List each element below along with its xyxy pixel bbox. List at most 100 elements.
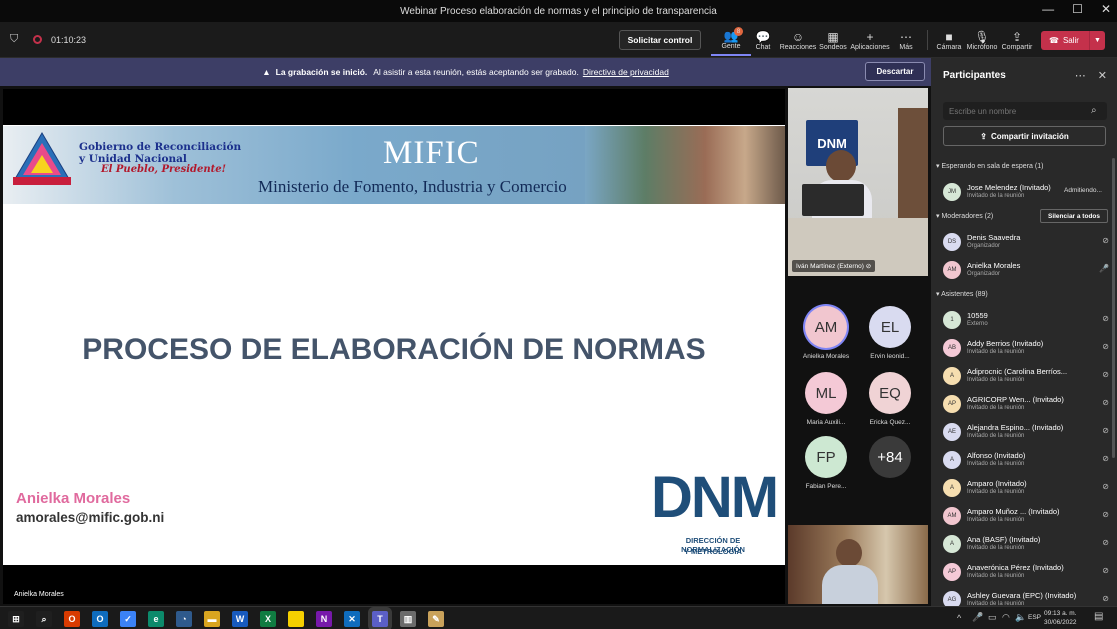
participant-row[interactable]: 1 10559 Externo ⊘ <box>943 309 1111 333</box>
mic-off-icon: ⊘ <box>1102 566 1109 575</box>
snip-icon[interactable]: ✕ <box>344 611 360 627</box>
dismiss-banner-button[interactable]: Descartar <box>865 62 925 81</box>
minimize-button[interactable]: — <box>1042 2 1054 16</box>
mic-off-icon: ⊘ <box>1102 398 1109 407</box>
participant-row[interactable]: JM Jose Melendez (Invitado) Invitado de la… <box>943 181 1111 205</box>
word-icon[interactable]: W <box>232 611 248 627</box>
participant-row[interactable]: A Ana (BASF) (Invitado) Invitado de la reu… <box>943 533 1111 557</box>
gallery-tile[interactable]: ML Maria Auxili... <box>792 372 860 432</box>
share-button[interactable]: ⇪ Compartir <box>997 24 1037 56</box>
close-window-button[interactable]: ✕ <box>1101 2 1111 16</box>
teams-icon[interactable]: T <box>372 611 388 627</box>
panel-scrollbar[interactable] <box>1112 158 1115 458</box>
leave-button[interactable]: ☎ Salir ▼ <box>1041 31 1105 50</box>
outlook-icon[interactable]: O <box>92 611 108 627</box>
chat-label: Chat <box>755 43 771 51</box>
banner-photo <box>585 126 785 204</box>
notepad-icon[interactable]: ✎ <box>428 611 444 627</box>
onenote-icon[interactable]: N <box>316 611 332 627</box>
office-icon[interactable]: O <box>64 611 80 627</box>
search-icon[interactable]: ⌕ <box>36 611 52 627</box>
chevron-up-icon[interactable]: ^ <box>957 613 961 623</box>
apps-button[interactable]: + Aplicaciones <box>850 24 890 56</box>
todo-icon[interactable]: ✓ <box>120 611 136 627</box>
participant-name: Anielka Morales <box>967 261 1021 270</box>
participant-name: Ana (BASF) (Invitado) <box>967 535 1041 544</box>
participant-role: Invitado de la reunión <box>967 377 1025 383</box>
explorer-icon[interactable]: ▬ <box>204 611 220 627</box>
leave-options-chevron-icon[interactable]: ▼ <box>1089 31 1105 50</box>
vpn-icon[interactable]: ◔ <box>176 611 192 627</box>
sticky-icon[interactable] <box>288 611 304 627</box>
chat-button[interactable]: 💬 Chat <box>743 24 783 56</box>
mic-off-icon: ⊘ <box>1102 482 1109 491</box>
participant-row[interactable]: A Amparo (Invitado) Invitado de la reunión… <box>943 477 1111 501</box>
participant-name: AGRICORP Wen... (Invitado) <box>967 395 1064 404</box>
polls-button[interactable]: ▦ Sondeos <box>813 24 853 56</box>
moderators-section-header[interactable]: ▾ Moderadores (2) <box>936 212 993 220</box>
presenter-email: amorales@mific.gob.ni <box>16 510 165 525</box>
government-logo-icon <box>13 132 71 185</box>
video-tile-bottom[interactable] <box>788 525 928 604</box>
waiting-section-header[interactable]: ▾ Esperando en sala de espera (1) <box>936 162 1043 170</box>
participant-row[interactable]: A Adiprocnic (Carolina Berríos... Invitado… <box>943 365 1111 389</box>
edge-icon[interactable]: e <box>148 611 164 627</box>
gallery-tile[interactable]: EQ Ericka Quez... <box>856 372 924 432</box>
avatar: AP <box>943 563 961 581</box>
avatar: A <box>943 535 961 553</box>
excel-icon[interactable]: X <box>260 611 276 627</box>
mic-off-icon: ⊘ <box>1102 314 1109 323</box>
participant-name: Alejandra Espino... (Invitado) <box>967 423 1064 432</box>
participant-search-input[interactable] <box>943 102 1107 120</box>
volume-icon[interactable]: 🔈 <box>1015 612 1026 623</box>
avatar: AE <box>943 423 961 441</box>
reactions-button[interactable]: ☺ Reacciones <box>778 24 818 56</box>
network-icon[interactable]: ▭ <box>988 612 997 623</box>
participant-name: Ashley Guevara (EPC) (Invitado) <box>967 591 1077 600</box>
participant-row[interactable]: AM Amparo Muñoz ... (Invitado) Invitado de… <box>943 505 1111 529</box>
attendees-section-label: Asistentes (89) <box>941 291 988 298</box>
privacy-policy-link[interactable]: Directiva de privacidad <box>583 67 669 77</box>
microphone-button[interactable]: 🎙 Micrófono <box>962 24 1002 56</box>
library-icon[interactable]: ▥ <box>400 611 416 627</box>
microphone-off-icon: 🎙 <box>974 29 990 44</box>
notifications-icon[interactable]: ▤ <box>1094 611 1103 622</box>
avatar: AM <box>943 507 961 525</box>
overflow-participants-tile[interactable]: +84 <box>856 436 924 496</box>
hangup-icon: ☎ <box>1049 36 1059 45</box>
attendees-section-header[interactable]: ▾ Asistentes (89) <box>936 290 988 298</box>
mific-title: MIFIC <box>383 135 480 171</box>
taskbar-clock[interactable]: 09:13 a. m. 30/06/2022 <box>1044 609 1077 627</box>
participant-name: Amparo Muñoz ... (Invitado) <box>967 507 1060 516</box>
participant-row[interactable]: A Alfonso (Invitado) Invitado de la reunió… <box>943 449 1111 473</box>
wifi-icon[interactable]: ◠ <box>1002 612 1010 623</box>
participant-row[interactable]: DS Denis Saavedra Organizador ⊘ <box>943 231 1111 255</box>
mic-off-icon: ⊘ <box>1102 342 1109 351</box>
gallery-tile[interactable]: FP Fabian Pere... <box>792 436 860 496</box>
mic-off-icon: ⊘ <box>1102 426 1109 435</box>
gallery-tile-name: Maria Auxili... <box>806 419 846 426</box>
participant-row[interactable]: AM Anielka Morales Organizador 🎤 <box>943 259 1111 283</box>
warning-icon: ▲ <box>262 67 271 77</box>
more-button[interactable]: ⋯ Más <box>886 24 926 56</box>
share-invite-button[interactable]: ⇪ Compartir invitación <box>943 126 1106 146</box>
participant-row[interactable]: AB Addy Berrios (Invitado) Invitado de la … <box>943 337 1111 361</box>
laptop <box>802 184 864 216</box>
mute-all-button[interactable]: Silenciar a todos <box>1040 209 1108 223</box>
microphone-tray-icon[interactable]: 🎤 <box>972 612 983 623</box>
video-participant-name: Iván Martínez (Externo) <box>796 263 864 270</box>
video-tile-ivan[interactable]: DNM Iván Martínez (Externo) ⊘ <box>788 88 928 276</box>
participant-name: Addy Berrios (Invitado) <box>967 339 1044 348</box>
avatar: AP <box>943 395 961 413</box>
request-control-button[interactable]: Solicitar control <box>619 30 701 50</box>
participant-row[interactable]: AE Alejandra Espino... (Invitado) Invitado… <box>943 421 1111 445</box>
gallery-tile[interactable]: EL Ervin leonid... <box>856 306 924 366</box>
panel-close-icon[interactable]: ✕ <box>1098 69 1107 82</box>
participant-row[interactable]: AP AGRICORP Wen... (Invitado) Invitado de … <box>943 393 1111 417</box>
start-icon[interactable]: ⊞ <box>8 611 24 627</box>
panel-more-icon[interactable]: ⋯ <box>1075 69 1086 82</box>
participant-row[interactable]: AP Anaverónica Pérez (Invitado) Invitado d… <box>943 561 1111 585</box>
gallery-tile[interactable]: AM Anielka Morales <box>792 306 860 366</box>
language-indicator[interactable]: ESP <box>1028 614 1041 621</box>
maximize-button[interactable]: ☐ <box>1072 2 1083 16</box>
